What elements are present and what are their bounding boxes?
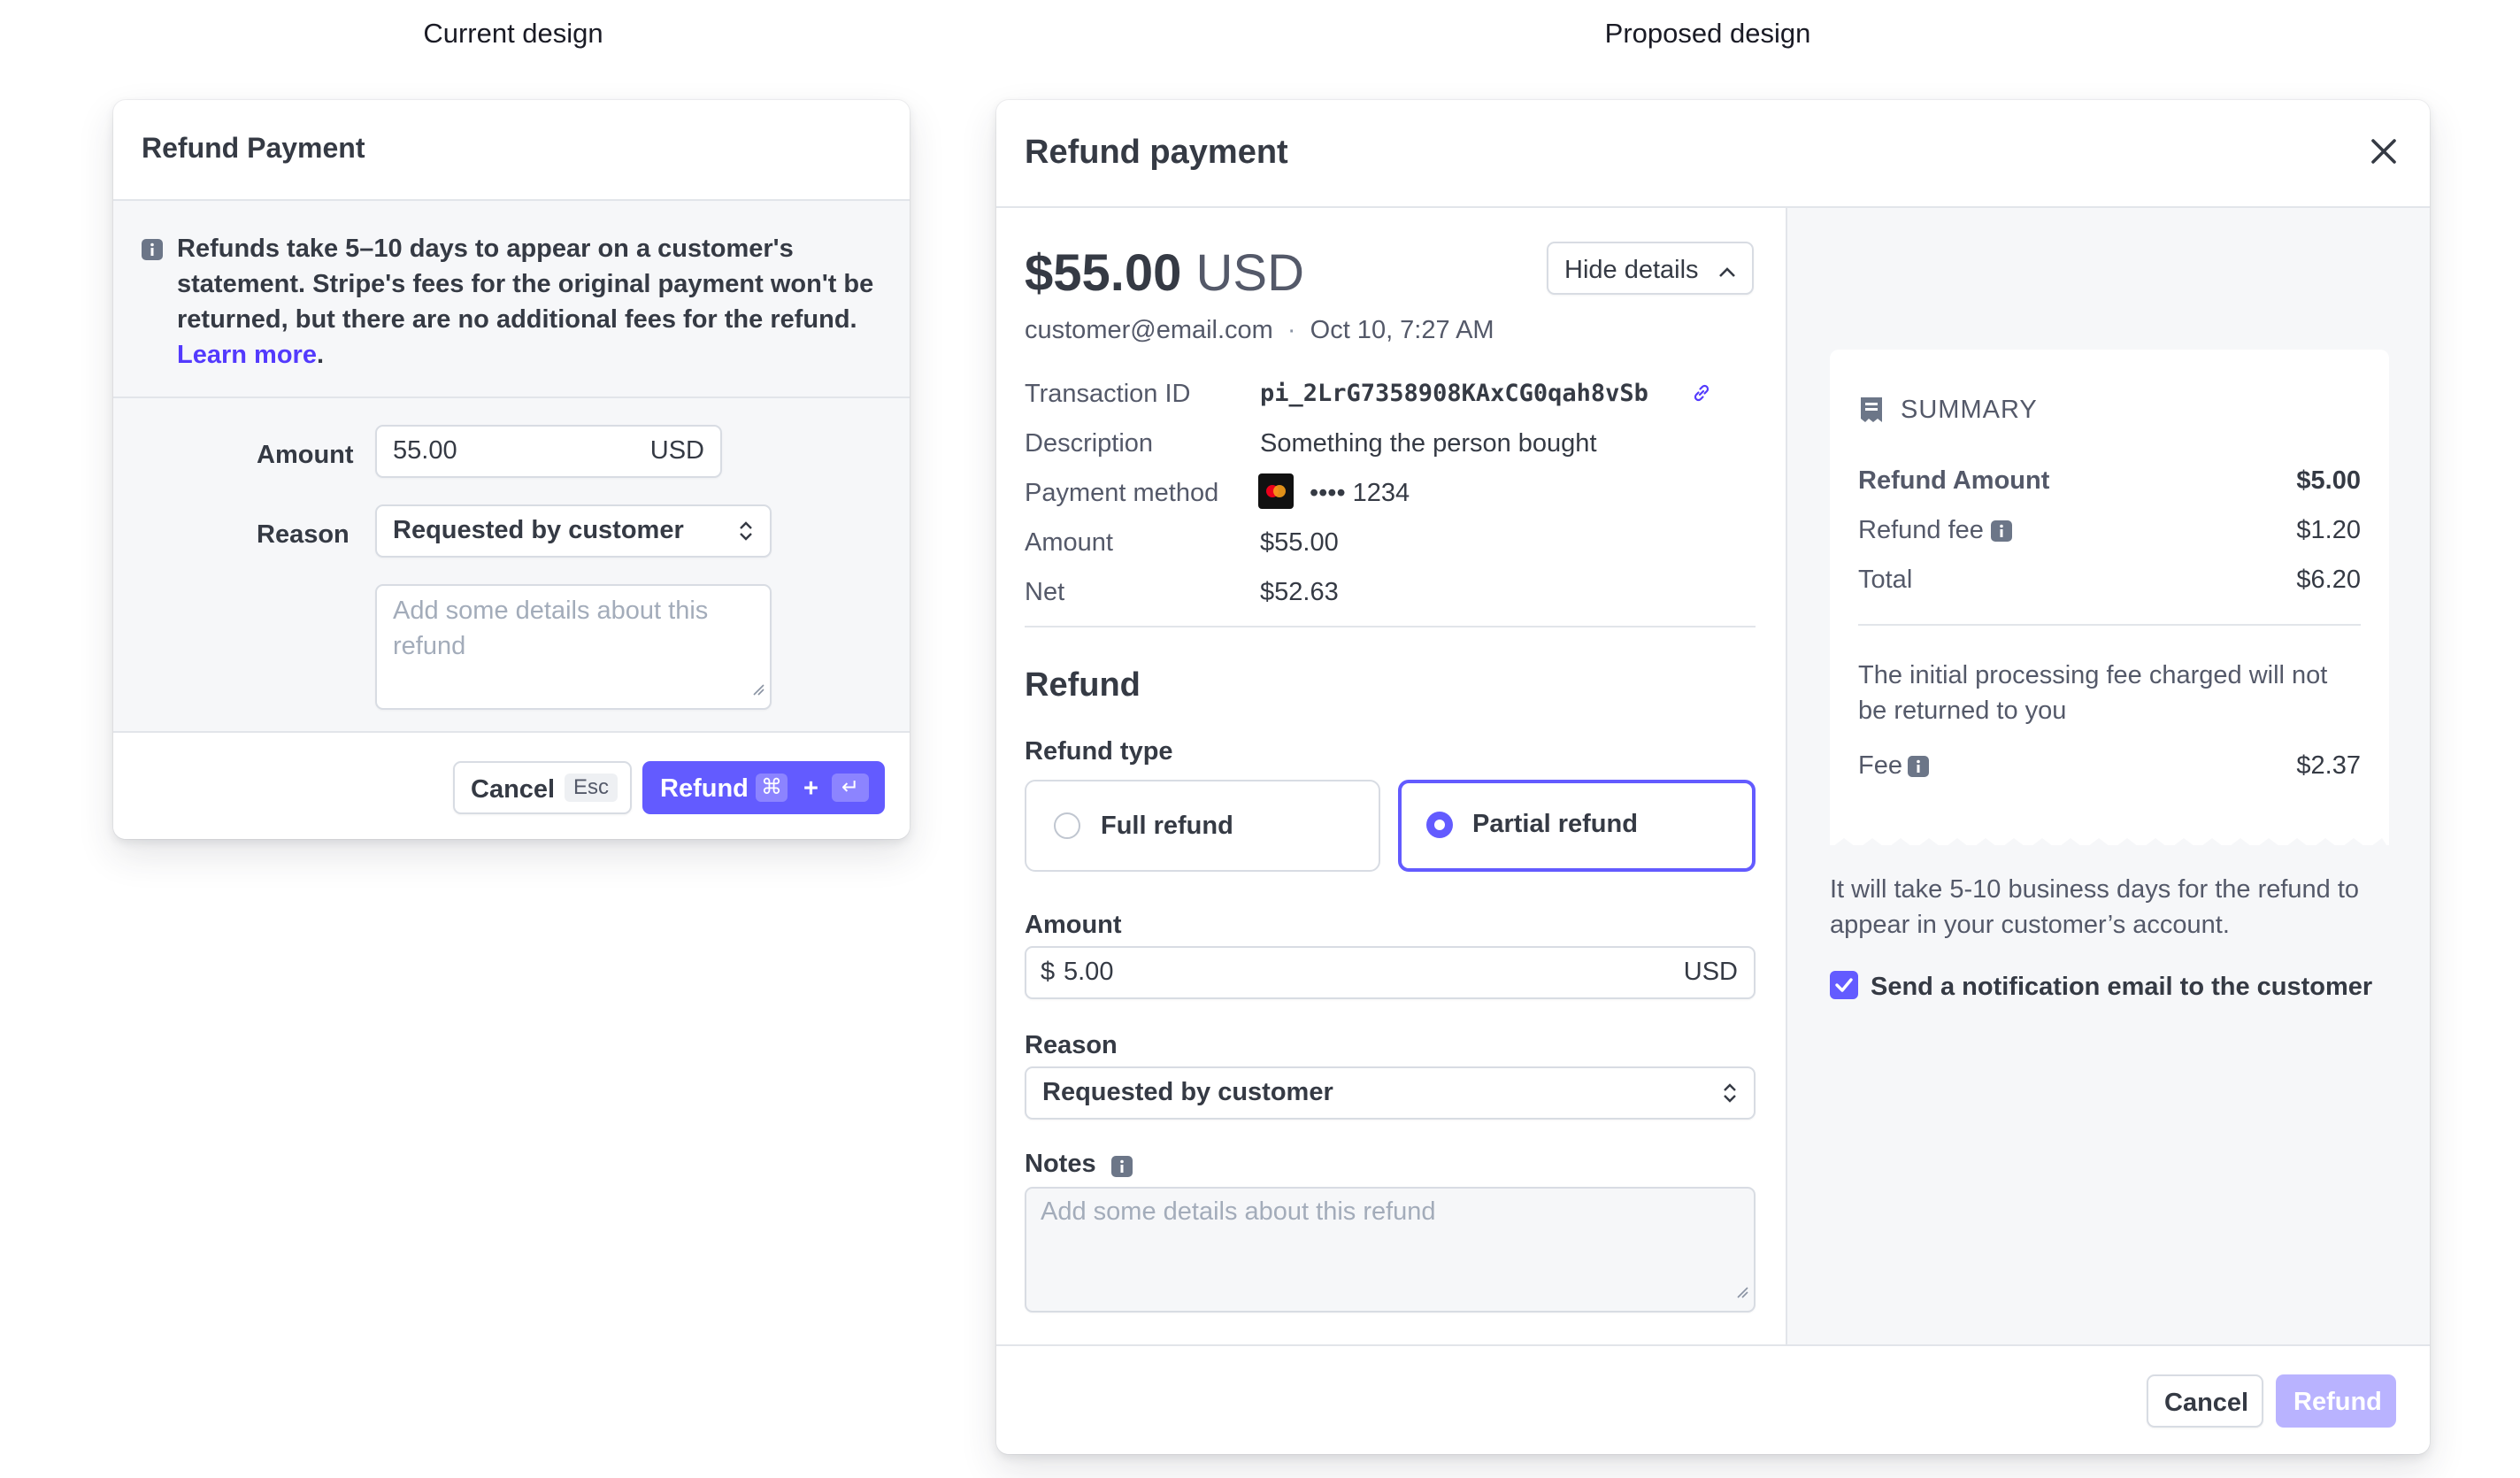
- notify-label[interactable]: Send a notification email to the custome…: [1871, 973, 2372, 1002]
- reason-select[interactable]: Requested by customer: [375, 504, 772, 558]
- amount-label: Amount: [257, 441, 354, 469]
- refund-heading: Refund: [1025, 666, 1141, 704]
- enter-key-hint: ↵: [832, 774, 869, 802]
- notify-checkbox[interactable]: [1830, 971, 1858, 1006]
- timing-note: It will take 5-10 business days for the …: [1830, 875, 2360, 939]
- link-icon[interactable]: [1690, 381, 1713, 412]
- notes-placeholder: Add some details about this refund: [1041, 1197, 1436, 1226]
- summary-column: SUMMARY Refund Amount $5.00 Refund fee $…: [1786, 208, 2430, 1344]
- amount-value: 55.00: [393, 436, 457, 465]
- select-caret-icon: [1720, 1081, 1740, 1112]
- proposed-design-caption: Proposed design: [1604, 18, 1811, 49]
- proposed-refund-modal: Refund payment $55.00 USD Hide details c…: [996, 100, 2430, 1454]
- info-icon: [1908, 755, 1929, 784]
- notes-textarea[interactable]: Add some details about this refund: [375, 584, 772, 710]
- amount-prefix: $: [1041, 958, 1056, 986]
- modal-title: Refund Payment: [142, 132, 365, 164]
- reason-value: Requested by customer: [1042, 1078, 1333, 1106]
- current-design-caption: Current design: [423, 18, 603, 49]
- receipt-zigzag-edge: [1830, 838, 2389, 849]
- notes-label: Notes: [1025, 1150, 1096, 1178]
- reason-label: Reason: [257, 520, 350, 549]
- resize-handle-icon[interactable]: [752, 674, 764, 703]
- modal-header: Refund Payment: [113, 100, 910, 201]
- escape-key-hint: Esc: [565, 774, 618, 802]
- info-icon: [142, 238, 163, 267]
- refund-button[interactable]: Refund ⌘ + ↵: [642, 761, 885, 814]
- amount-input[interactable]: 55.00 USD: [375, 425, 722, 478]
- info-icon: [1991, 520, 2012, 549]
- modal-header: Refund payment: [996, 100, 2430, 208]
- customer-email: customer@email.com: [1025, 316, 1273, 344]
- modal-footer: Cancel Esc Refund ⌘ + ↵: [113, 731, 910, 839]
- refund-form: Amount 55.00 USD Reason Requested by cus…: [113, 396, 910, 733]
- cancel-button[interactable]: Cancel Esc: [453, 761, 632, 814]
- modal-footer: Cancel Refund: [996, 1344, 2430, 1454]
- learn-more-link[interactable]: Learn more: [177, 341, 317, 369]
- details-divider: [1025, 626, 1756, 627]
- payment-amount: $55.00 USD: [1025, 244, 1304, 302]
- cancel-button[interactable]: Cancel: [2147, 1374, 2263, 1428]
- payment-date: Oct 10, 7:27 AM: [1310, 316, 1494, 344]
- notes-placeholder: Add some details about this refund: [393, 597, 709, 660]
- reason-label: Reason: [1025, 1031, 1118, 1059]
- radio-checked[interactable]: [1425, 810, 1455, 847]
- amount-label: Amount: [1025, 911, 1122, 939]
- mastercard-icon: [1258, 473, 1294, 516]
- command-key-hint: ⌘: [756, 774, 788, 802]
- notes-textarea[interactable]: Add some details about this refund: [1025, 1187, 1756, 1312]
- radio-unchecked[interactable]: [1053, 812, 1081, 847]
- modal-title: Refund payment: [1025, 134, 1288, 171]
- fee-note: The initial processing fee charged will …: [1858, 661, 2328, 725]
- refund-button[interactable]: Refund: [2276, 1374, 2396, 1428]
- reason-value: Requested by customer: [393, 516, 684, 544]
- reason-select[interactable]: Requested by customer: [1025, 1066, 1756, 1120]
- refund-details-column: $55.00 USD Hide details customer@email.c…: [996, 208, 1784, 1344]
- resize-handle-icon[interactable]: [1736, 1276, 1748, 1305]
- currency-unit: USD: [649, 436, 704, 465]
- current-refund-modal: Refund Payment Refunds take 5–10 days to…: [113, 100, 910, 839]
- select-caret-icon: [736, 519, 756, 550]
- refund-amount-input[interactable]: $ 5.00 USD: [1025, 946, 1756, 999]
- summary-card: SUMMARY Refund Amount $5.00 Refund fee $…: [1830, 350, 2389, 849]
- amount-value: 5.00: [1064, 958, 1114, 986]
- summary-heading: SUMMARY: [1901, 396, 2038, 424]
- chevron-up-icon: [1717, 259, 1738, 289]
- refund-type-label: Refund type: [1025, 737, 1173, 766]
- payment-meta: customer@email.com · Oct 10, 7:27 AM: [1025, 316, 1494, 344]
- full-refund-option[interactable]: Full refund: [1025, 780, 1380, 872]
- transaction-id-link[interactable]: pi_2LrG7358908KAxCG0qah8vSb: [1260, 380, 1648, 407]
- summary-divider: [1858, 624, 2361, 626]
- partial-refund-option[interactable]: Partial refund: [1398, 780, 1756, 872]
- receipt-icon: [1858, 396, 1885, 431]
- hide-details-button[interactable]: Hide details: [1547, 242, 1754, 295]
- info-icon: [1111, 1155, 1133, 1184]
- close-icon[interactable]: [2370, 137, 2398, 173]
- refund-notice: Refunds take 5–10 days to appear on a cu…: [177, 235, 874, 369]
- currency-unit: USD: [1683, 958, 1738, 986]
